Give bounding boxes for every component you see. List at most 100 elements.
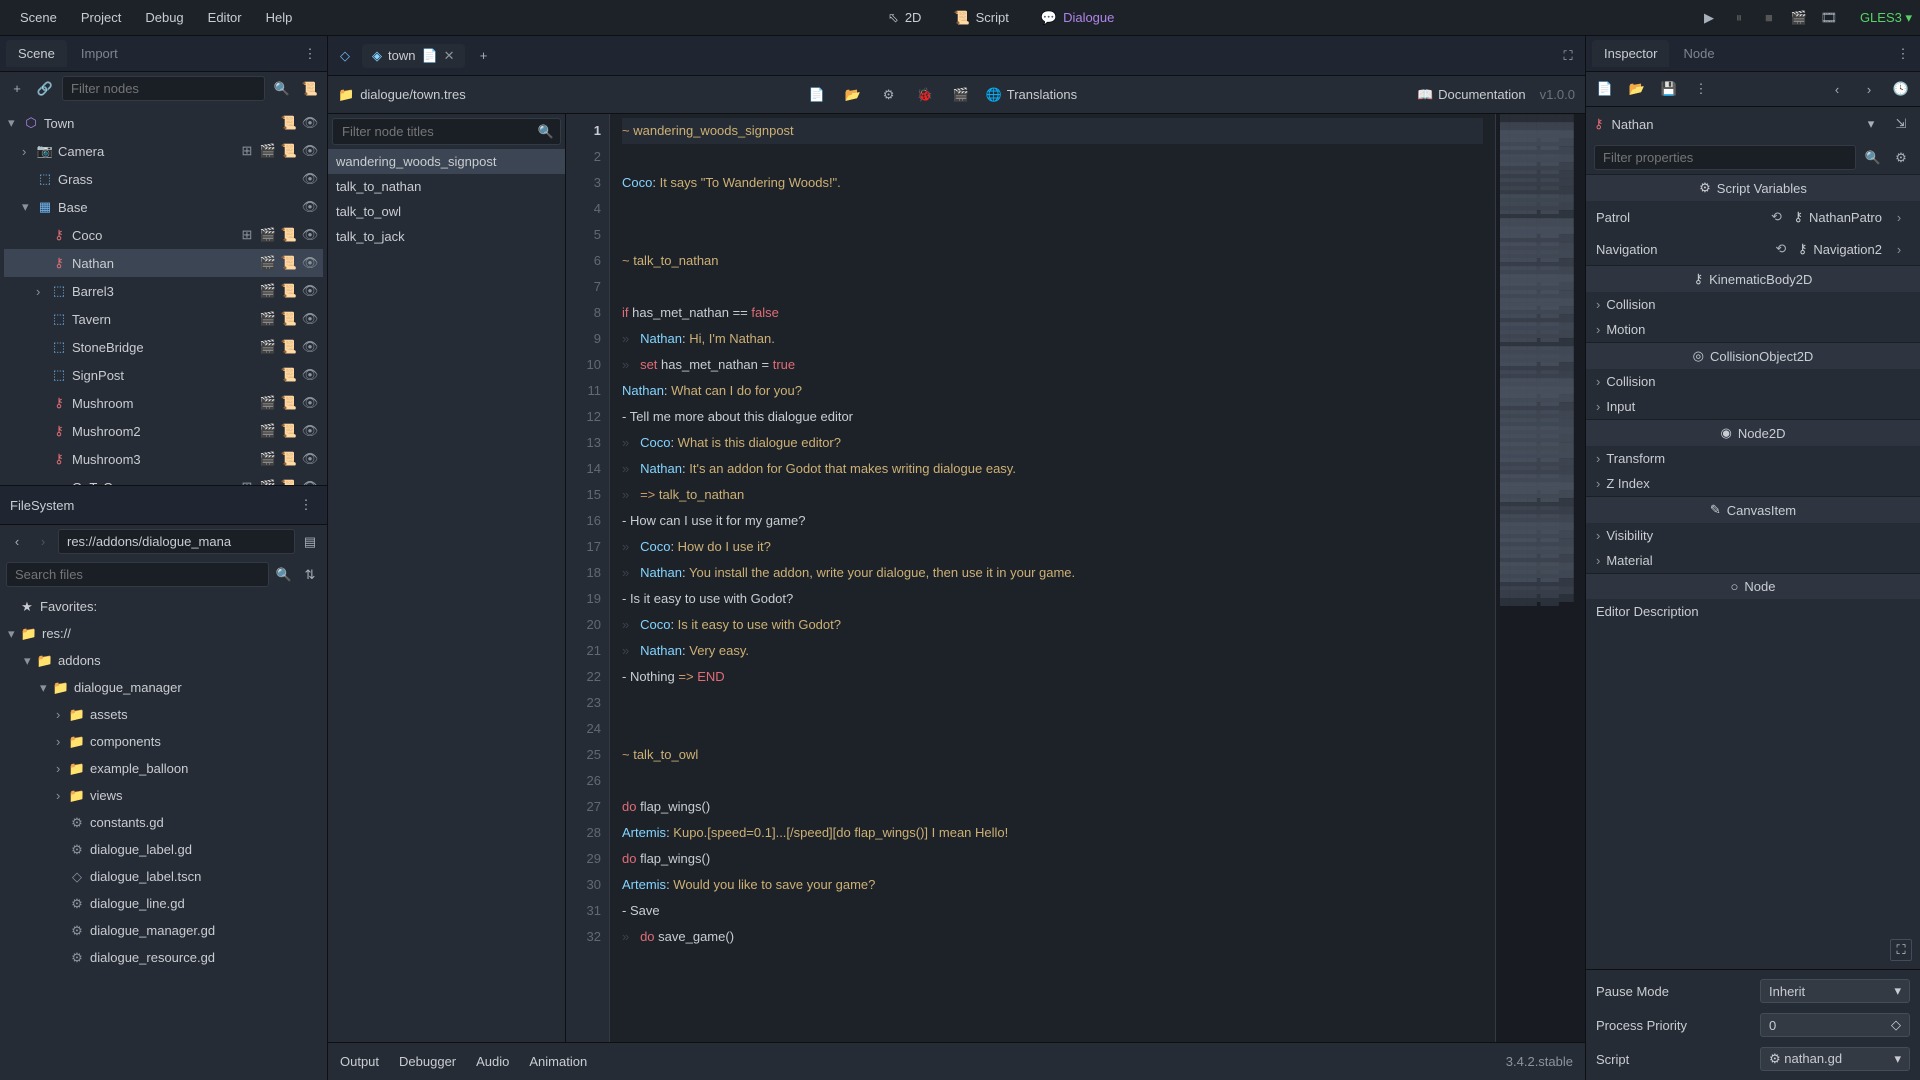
vis-icon[interactable]: 👁: [301, 311, 319, 327]
script-tab-town[interactable]: ◈ town 📄 ✕: [362, 44, 465, 68]
script-icon[interactable]: 📜: [280, 255, 298, 271]
scene-icon[interactable]: 🎬: [259, 423, 277, 439]
audio-tab[interactable]: Audio: [476, 1054, 509, 1069]
filter-nodes-input[interactable]: [62, 76, 265, 101]
script-value[interactable]: ⚙ nathan.gd▾: [1760, 1047, 1910, 1071]
scene-icon[interactable]: 🎬: [259, 311, 277, 327]
search-icon[interactable]: 🔍: [271, 78, 293, 100]
tab-import[interactable]: Import: [69, 40, 130, 67]
fs-sort-icon[interactable]: ⇅: [299, 564, 321, 586]
play-button[interactable]: ▶: [1698, 7, 1720, 29]
add-node-button[interactable]: +: [6, 78, 28, 100]
minimap[interactable]: ████████ ████ ██████████ ████ ██████████…: [1495, 114, 1585, 1042]
vis-icon[interactable]: 👁: [301, 423, 319, 439]
vis-icon[interactable]: 👁: [301, 171, 319, 187]
code-editor[interactable]: 1234567891011121314151617181920212223242…: [566, 114, 1585, 1042]
title-item[interactable]: talk_to_jack: [328, 224, 565, 249]
new-resource-icon[interactable]: 📄: [1594, 78, 1616, 100]
inspector-section-header[interactable]: ✎CanvasItem: [1586, 496, 1920, 523]
tab-home-icon[interactable]: ◇: [334, 45, 356, 67]
fs-item[interactable]: ›📁views: [4, 782, 323, 809]
fs-grid-icon[interactable]: ▤: [299, 531, 321, 553]
menu-debug[interactable]: Debug: [133, 4, 195, 31]
filter-options-icon[interactable]: ⚙: [1890, 147, 1912, 169]
fs-back-button[interactable]: ‹: [6, 531, 28, 553]
vis-icon[interactable]: 👁: [301, 367, 319, 383]
tab-node[interactable]: Node: [1671, 40, 1726, 67]
scene-icon[interactable]: 🎬: [259, 255, 277, 271]
workspace-2d[interactable]: ⬁2D: [880, 6, 930, 30]
script-icon[interactable]: 📜: [280, 227, 298, 243]
inspector-category[interactable]: ›Collision: [1586, 369, 1920, 394]
inspector-category[interactable]: ›Material: [1586, 548, 1920, 573]
scene-node-barrel3[interactable]: ›⬚Barrel3🎬📜👁: [4, 277, 323, 305]
search-icon[interactable]: 🔍: [538, 124, 554, 140]
script-icon[interactable]: 📜: [280, 283, 298, 299]
script-icon[interactable]: 📜: [280, 367, 298, 383]
reset-icon[interactable]: ⟲: [1765, 206, 1787, 228]
menu-project[interactable]: Project: [69, 4, 133, 31]
scene-node-mushroom3[interactable]: ⚷Mushroom3🎬📜👁: [4, 445, 323, 473]
save-resource-icon[interactable]: 💾: [1658, 78, 1680, 100]
script-icon[interactable]: 📜: [280, 311, 298, 327]
output-tab[interactable]: Output: [340, 1054, 379, 1069]
fs-item[interactable]: ⚙dialogue_manager.gd: [4, 917, 323, 944]
scene-node-stonebridge[interactable]: ⬚StoneBridge🎬📜👁: [4, 333, 323, 361]
scene-node-camera[interactable]: ›📷Camera⊞🎬📜👁: [4, 137, 323, 165]
menu-editor[interactable]: Editor: [196, 4, 254, 31]
debugger-tab[interactable]: Debugger: [399, 1054, 456, 1069]
script-icon[interactable]: 📜: [280, 451, 298, 467]
fs-item[interactable]: ⚙dialogue_label.gd: [4, 836, 323, 863]
inspector-category[interactable]: ›Collision: [1586, 292, 1920, 317]
open-folder-icon[interactable]: 📂: [842, 84, 864, 106]
scene-icon[interactable]: 🎬: [259, 339, 277, 355]
reset-icon[interactable]: ⟲: [1770, 238, 1792, 260]
fs-item[interactable]: ▾📁addons: [4, 647, 323, 674]
expand-description-icon[interactable]: ⛶: [1890, 939, 1912, 961]
inspector-section-header[interactable]: ⚙Script Variables: [1586, 174, 1920, 201]
workspace-script[interactable]: 📜Script: [945, 6, 1016, 30]
inst-icon[interactable]: ⊞: [238, 143, 256, 159]
scene-node-mushroom[interactable]: ⚷Mushroom🎬📜👁: [4, 389, 323, 417]
scene-node-base[interactable]: ▾▦Base👁: [4, 193, 323, 221]
inspector-section-header[interactable]: ⚷KinematicBody2D: [1586, 265, 1920, 292]
documentation-button[interactable]: 📖 Documentation: [1417, 87, 1526, 103]
tab-scene[interactable]: Scene: [6, 40, 67, 67]
object-name[interactable]: Nathan: [1612, 117, 1852, 132]
vis-icon[interactable]: 👁: [301, 227, 319, 243]
inspector-section-header[interactable]: ◎CollisionObject2D: [1586, 342, 1920, 369]
inspector-category[interactable]: ›Z Index: [1586, 471, 1920, 496]
scene-icon[interactable]: 🎬: [259, 451, 277, 467]
history-back-icon[interactable]: ‹: [1826, 78, 1848, 100]
fs-forward-button[interactable]: ›: [32, 531, 54, 553]
scene-node-town[interactable]: ▾⬡Town📜👁: [4, 109, 323, 137]
scene-icon[interactable]: 🎬: [259, 283, 277, 299]
process-priority-input[interactable]: 0◇: [1760, 1013, 1910, 1037]
pause-button[interactable]: ⏸: [1728, 7, 1750, 29]
translations-button[interactable]: 🌐 Translations: [986, 87, 1078, 103]
vis-icon[interactable]: 👁: [301, 143, 319, 159]
favorites-row[interactable]: ★ Favorites:: [4, 593, 323, 620]
workspace-dialogue[interactable]: 💬Dialogue: [1033, 6, 1123, 30]
fs-item[interactable]: ›📁assets: [4, 701, 323, 728]
load-resource-icon[interactable]: 📂: [1626, 78, 1648, 100]
inspector-section-header[interactable]: ◉Node2D: [1586, 419, 1920, 446]
vis-icon[interactable]: 👁: [301, 339, 319, 355]
breadcrumb[interactable]: 📁 dialogue/town.tres: [338, 87, 466, 103]
inspector-section-header[interactable]: ○Node: [1586, 573, 1920, 599]
title-item[interactable]: talk_to_owl: [328, 199, 565, 224]
filter-properties-input[interactable]: [1594, 145, 1856, 170]
menu-help[interactable]: Help: [254, 4, 305, 31]
history-menu-icon[interactable]: 🕓: [1890, 78, 1912, 100]
add-tab-button[interactable]: +: [473, 45, 495, 67]
filter-titles-input[interactable]: [339, 121, 538, 142]
fs-item[interactable]: ›📁components: [4, 728, 323, 755]
script-icon[interactable]: 📜: [280, 115, 298, 131]
vis-icon[interactable]: 👁: [301, 451, 319, 467]
scene-node-mushroom2[interactable]: ⚷Mushroom2🎬📜👁: [4, 417, 323, 445]
vis-icon[interactable]: 👁: [301, 395, 319, 411]
scene-node-nathan[interactable]: ⚷Nathan🎬📜👁: [4, 249, 323, 277]
scene-node-signpost[interactable]: ⬚SignPost📜👁: [4, 361, 323, 389]
fs-item[interactable]: ⚙dialogue_line.gd: [4, 890, 323, 917]
fs-item[interactable]: ›📁example_balloon: [4, 755, 323, 782]
